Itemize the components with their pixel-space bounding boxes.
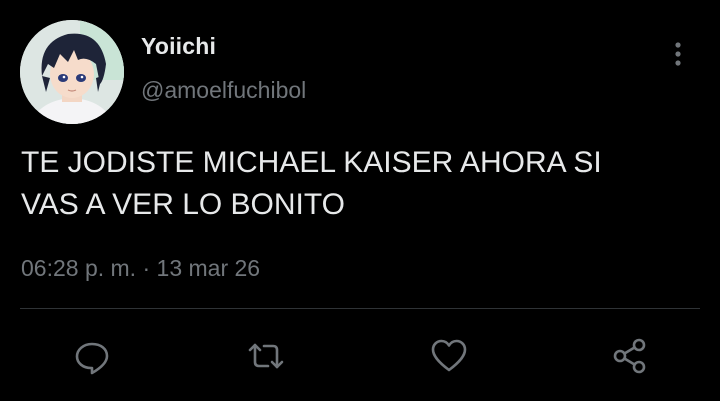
user-handle[interactable]: @amoelfuchibol	[141, 77, 306, 104]
more-options-icon[interactable]	[666, 40, 690, 70]
tweet-date[interactable]: 13 mar 26	[157, 255, 261, 281]
share-icon[interactable]	[610, 336, 650, 376]
tweet-card: Yoiichi @amoelfuchibol TE JODISTE MICHAE…	[0, 0, 720, 401]
tweet-text: TE JODISTE MICHAEL KAISER AHORA SI VAS A…	[21, 146, 602, 221]
meta-separator: ·	[142, 255, 151, 281]
retweet-icon[interactable]	[246, 336, 286, 376]
tweet-meta: 06:28 p. m. · 13 mar 26	[21, 255, 260, 282]
avatar-image	[20, 20, 124, 124]
divider	[20, 308, 700, 309]
tweet-time[interactable]: 06:28 p. m.	[21, 255, 136, 281]
display-name[interactable]: Yoiichi	[141, 33, 216, 60]
avatar[interactable]	[20, 20, 124, 124]
reply-icon[interactable]	[72, 336, 112, 376]
like-icon[interactable]	[429, 336, 469, 376]
